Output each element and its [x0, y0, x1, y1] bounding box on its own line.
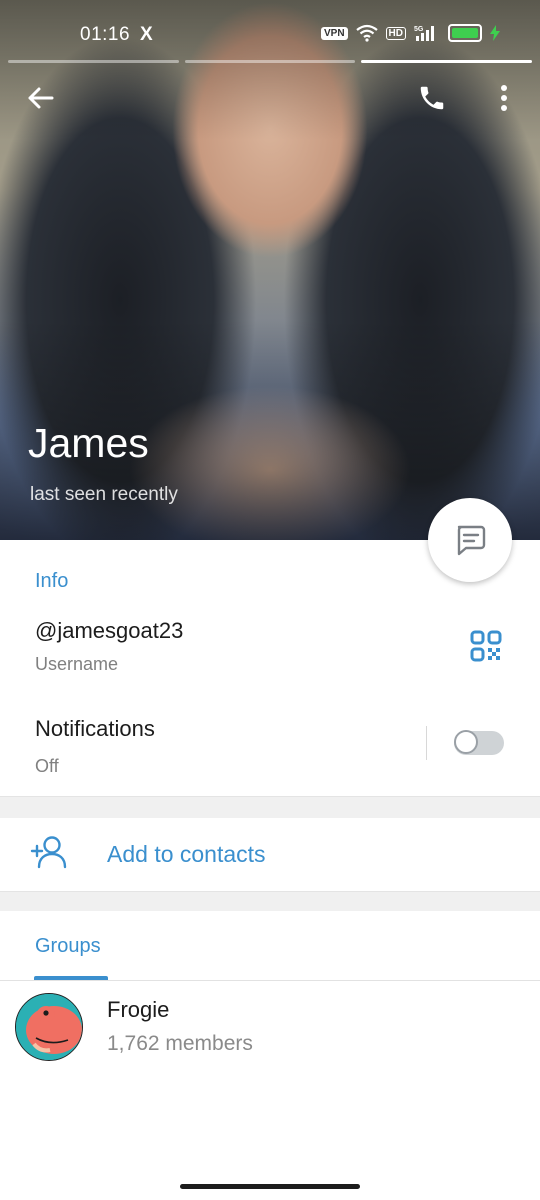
group-name: Frogie — [107, 997, 170, 1022]
story-segment — [184, 60, 356, 63]
story-progress — [8, 60, 533, 64]
story-segment — [8, 60, 179, 63]
hd-badge: HD — [385, 26, 406, 40]
group-avatar — [15, 993, 83, 1061]
svg-text:5G: 5G — [414, 26, 424, 33]
more-vertical-icon — [501, 85, 507, 111]
add-person-icon — [30, 836, 67, 869]
username-value[interactable]: @jamesgoat23 — [35, 618, 183, 644]
charging-bolt-icon — [490, 25, 500, 41]
section-separator — [0, 891, 540, 911]
group-member-count: 1,762 members — [107, 1032, 253, 1055]
tab-groups[interactable]: Groups — [35, 935, 101, 958]
section-separator — [0, 796, 540, 818]
arrow-left-icon — [28, 87, 54, 109]
gesture-navigation-handle[interactable] — [180, 1184, 360, 1189]
call-button[interactable] — [412, 78, 452, 118]
status-time: 01:16 — [80, 24, 131, 45]
qr-code-icon[interactable] — [470, 630, 502, 662]
story-segment-active — [361, 60, 533, 63]
signal-icon: 5G — [414, 26, 434, 41]
info-section-title: Info — [35, 570, 69, 592]
wifi-icon — [355, 24, 378, 42]
back-button[interactable] — [20, 78, 60, 118]
add-to-contacts-label: Add to contacts — [107, 841, 266, 867]
status-indicators: VPN HD 5G — [320, 24, 500, 42]
profile-last-seen: last seen recently — [30, 484, 178, 505]
battery-icon — [448, 24, 482, 42]
phone-icon — [420, 86, 444, 110]
message-button[interactable] — [428, 498, 512, 582]
notifications-toggle[interactable] — [454, 730, 504, 755]
notifications-value: Off — [35, 756, 59, 776]
vpn-badge: VPN — [320, 26, 348, 40]
add-to-contacts-button[interactable]: Add to contacts — [0, 817, 540, 891]
chat-icon — [457, 525, 486, 556]
profile-name: James — [28, 420, 149, 466]
notifications-label: Notifications — [35, 716, 155, 741]
toggle-knob — [454, 730, 478, 754]
notifications-divider — [426, 726, 427, 760]
tab-divider — [0, 980, 540, 981]
battery-level — [452, 28, 478, 38]
username-label: Username — [35, 654, 119, 674]
status-bar: 01:16 X VPN HD 5G — [0, 16, 540, 52]
more-options-button[interactable] — [484, 78, 524, 118]
x-app-icon: X — [140, 24, 153, 45]
frog-avatar-image — [16, 994, 82, 1060]
